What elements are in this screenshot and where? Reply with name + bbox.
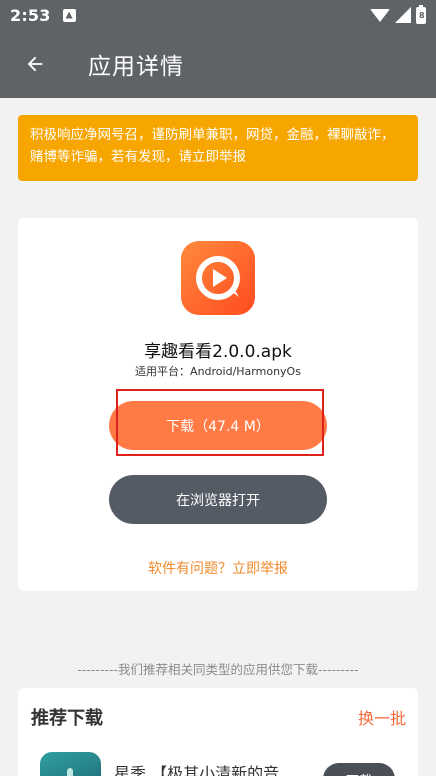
open-in-browser-button[interactable]: 在浏览器打开 <box>109 475 327 524</box>
list-item[interactable]: 星季 【极其小清新的音... 下载 <box>18 744 418 776</box>
page-title: 应用详情 <box>88 54 184 80</box>
status-icons: 8 <box>370 4 426 24</box>
app-detail-card: 享趣看看2.0.0.apk 适用平台：Android/HarmonyOs 下载（… <box>18 218 418 591</box>
recommended-app-name: 星季 【极其小清新的音... <box>114 764 295 776</box>
recommend-note: ---------我们推荐相关同类型的应用供您下载--------- <box>77 662 359 677</box>
report-link[interactable]: 软件有问题？立即举报 <box>18 558 418 578</box>
signal-icon <box>395 7 411 23</box>
recommend-card: 推荐下载 换一批 星季 【极其小清新的音... 下载 <box>18 688 418 776</box>
recommend-title: 推荐下载 <box>31 708 103 729</box>
back-button[interactable] <box>0 30 70 98</box>
app-platform: 适用平台：Android/HarmonyOs <box>135 365 301 378</box>
play-icon <box>196 256 240 300</box>
wifi-icon <box>370 8 390 22</box>
download-button[interactable]: 下载（47.4 M） <box>109 401 327 450</box>
refresh-batch-button[interactable]: 换一批 <box>358 705 406 729</box>
status-time: 2:53 <box>10 5 51 25</box>
battery-icon: 8 <box>416 4 426 24</box>
status-bar: 2:53 8 <box>0 0 436 30</box>
arrow-back-icon <box>27 56 43 72</box>
app-bar: 应用详情 <box>0 30 436 98</box>
app-name: 享趣看看2.0.0.apk <box>144 342 292 362</box>
battery-glyph: 8 <box>419 10 425 20</box>
play-circle-app-icon <box>181 241 255 315</box>
recommended-download-button[interactable]: 下载 <box>323 763 395 776</box>
sim-alert-icon <box>62 8 76 22</box>
app-thumbnail-icon <box>40 752 101 776</box>
fraud-warning-notice: 积极响应净网号召，谨防刷单兼职，网贷，金融，裸聊敲诈，赌博等诈骗，若有发现，请立… <box>18 115 418 181</box>
